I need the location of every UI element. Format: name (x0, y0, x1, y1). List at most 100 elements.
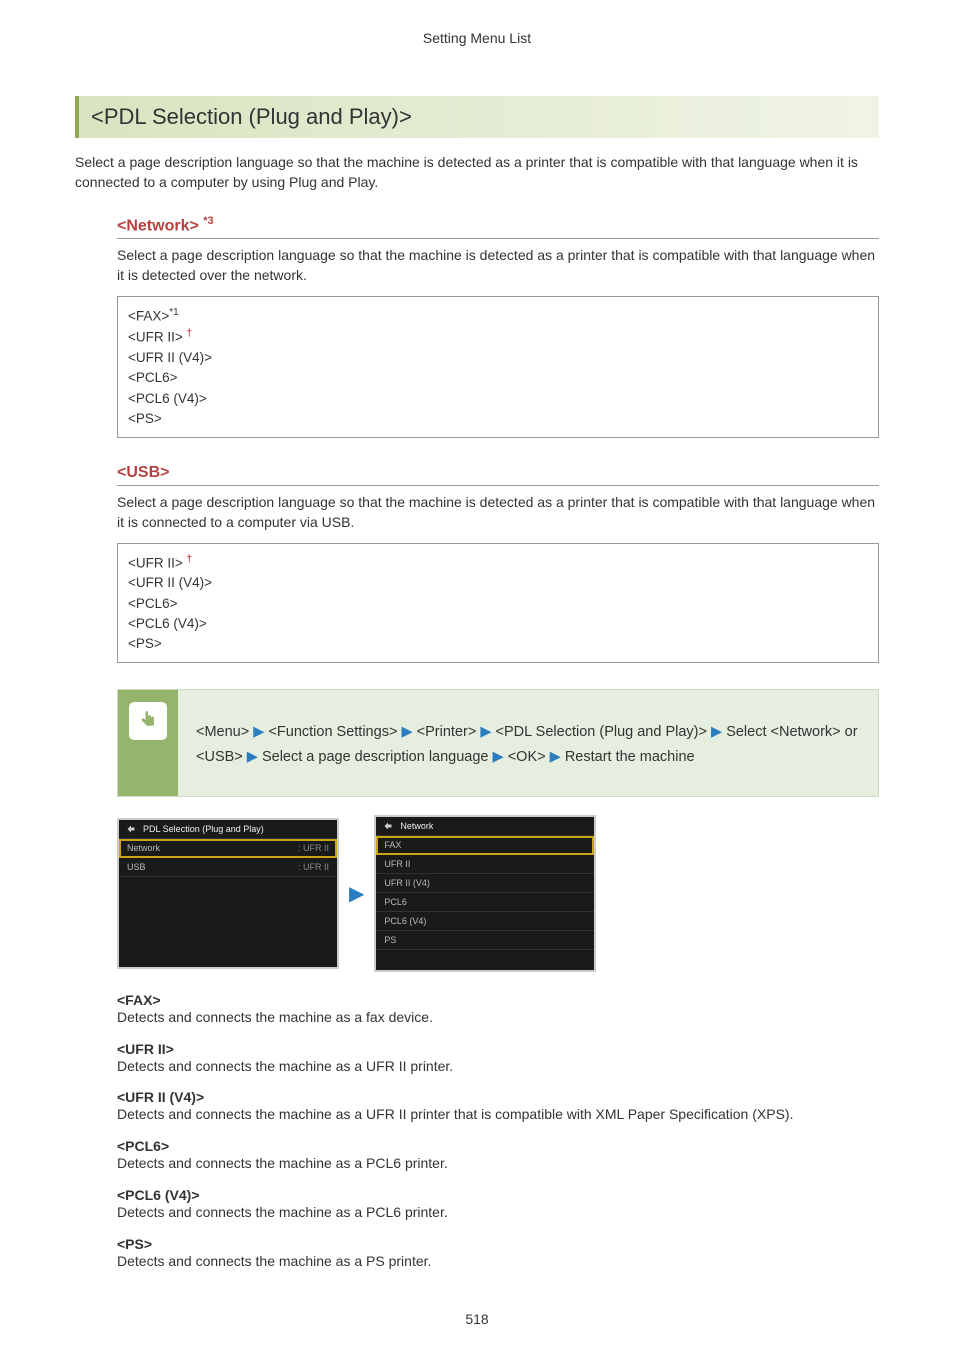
def-title: <PCL6 (V4)> (117, 1187, 879, 1203)
arrow-icon: ▶ (253, 724, 264, 740)
screen-right-title: Network (400, 821, 433, 831)
main-heading: <PDL Selection (Plug and Play)> (75, 96, 879, 138)
usb-options: <UFR II> † <UFR II (V4)> <PCL6> <PCL6 (V… (117, 543, 879, 664)
network-heading-label: <Network> (117, 217, 199, 234)
doc-header: Setting Menu List (75, 30, 879, 46)
nav-restart: Restart the machine (565, 749, 695, 765)
screen-row-label: PCL6 (384, 897, 407, 907)
network-heading: <Network> *3 (117, 215, 879, 239)
opt-u-ufr2-label: <UFR II> (128, 555, 183, 570)
def-body: Detects and connects the machine as a PC… (117, 1203, 879, 1222)
screen-row-value: : UFR II (298, 843, 329, 853)
screen-row-network[interactable]: Network : UFR II (119, 839, 337, 858)
network-section: <Network> *3 Select a page description l… (117, 215, 879, 438)
back-arrow-icon (382, 820, 394, 832)
main-intro: Select a page description language so th… (75, 152, 879, 193)
opt-u-ufr2: <UFR II> † (128, 552, 868, 574)
big-arrow-icon: ▶ (349, 881, 364, 906)
nav-select-lang: Select a page description language (262, 749, 489, 765)
nav-menu: <Menu> (196, 724, 249, 740)
screen-row-ps[interactable]: PS (376, 931, 594, 950)
opt-ufr2v4: <UFR II (V4)> (128, 348, 868, 368)
dagger-icon: † (187, 554, 193, 565)
opt-fax-label: <FAX> (128, 308, 169, 323)
nav-printer: <Printer> (417, 724, 477, 740)
screen-right-header: Network (376, 817, 594, 836)
screen-row-ufr2[interactable]: UFR II (376, 855, 594, 874)
screen-right-footer (376, 950, 594, 970)
screen-row-label: USB (127, 862, 146, 872)
screen-row-pcl6v4[interactable]: PCL6 (V4) (376, 912, 594, 931)
screen-row-value: : UFR II (298, 862, 329, 872)
def-title: <FAX> (117, 992, 879, 1008)
screen-right-body: FAX UFR II UFR II (V4) PCL6 PCL6 (V4) PS (376, 836, 594, 950)
network-desc: Select a page description language so th… (117, 245, 879, 286)
opt-ufr2: <UFR II> † (128, 326, 868, 348)
definitions: <FAX> Detects and connects the machine a… (117, 992, 879, 1271)
page-number: 518 (75, 1311, 879, 1327)
nav-icon-cell (118, 690, 178, 795)
def-title: <PCL6> (117, 1138, 879, 1154)
def-ufr2v4: <UFR II (V4)> Detects and connects the m… (117, 1089, 879, 1124)
opt-ufr2-label: <UFR II> (128, 330, 183, 345)
opt-pcl6: <PCL6> (128, 368, 868, 388)
opt-fax: <FAX>*1 (128, 305, 868, 327)
screen-row-ufr2v4[interactable]: UFR II (V4) (376, 874, 594, 893)
nav-fs: <Function Settings> (268, 724, 397, 740)
screen-row-label: UFR II (384, 859, 410, 869)
screen-row-label: PS (384, 935, 396, 945)
screen-row-pcl6[interactable]: PCL6 (376, 893, 594, 912)
arrow-icon: ▶ (401, 724, 412, 740)
screen-left-header: PDL Selection (Plug and Play) (119, 820, 337, 839)
opt-u-pcl6v4: <PCL6 (V4)> (128, 614, 868, 634)
opt-u-pcl6: <PCL6> (128, 594, 868, 614)
screen-row-label: PCL6 (V4) (384, 916, 426, 926)
hand-icon (129, 702, 167, 740)
opt-pcl6v4: <PCL6 (V4)> (128, 389, 868, 409)
def-fax: <FAX> Detects and connects the machine a… (117, 992, 879, 1027)
screen-left-footer (119, 947, 337, 967)
nav-path-text: <Menu> ▶ <Function Settings> ▶ <Printer>… (178, 690, 878, 795)
def-ufr2: <UFR II> Detects and connects the machin… (117, 1041, 879, 1076)
screen-row-label: Network (127, 843, 160, 853)
opt-fax-sup: *1 (169, 307, 178, 318)
opt-u-ufr2v4: <UFR II (V4)> (128, 573, 868, 593)
network-options: <FAX>*1 <UFR II> † <UFR II (V4)> <PCL6> … (117, 296, 879, 439)
def-pcl6v4: <PCL6 (V4)> Detects and connects the mac… (117, 1187, 879, 1222)
usb-desc: Select a page description language so th… (117, 492, 879, 533)
nav-path-box: <Menu> ▶ <Function Settings> ▶ <Printer>… (117, 689, 879, 796)
nav-ok: <OK> (508, 749, 546, 765)
screen-left: PDL Selection (Plug and Play) Network : … (117, 818, 339, 969)
back-arrow-icon (125, 823, 137, 835)
screen-row-usb[interactable]: USB : UFR II (119, 858, 337, 877)
opt-u-ps: <PS> (128, 634, 868, 654)
arrow-icon: ▶ (550, 749, 561, 765)
def-ps: <PS> Detects and connects the machine as… (117, 1236, 879, 1271)
network-heading-sup: *3 (203, 215, 213, 227)
screen-row-fax[interactable]: FAX (376, 836, 594, 855)
def-body: Detects and connects the machine as a UF… (117, 1105, 879, 1124)
def-title: <UFR II (V4)> (117, 1089, 879, 1105)
def-title: <PS> (117, 1236, 879, 1252)
usb-heading: <USB> (117, 464, 879, 486)
usb-section: <USB> Select a page description language… (117, 464, 879, 663)
nav-pdl: <PDL Selection (Plug and Play)> (496, 724, 707, 740)
opt-ps: <PS> (128, 409, 868, 429)
screen-row-label: FAX (384, 840, 401, 850)
screenshots-row: PDL Selection (Plug and Play) Network : … (117, 815, 879, 972)
screen-right: Network FAX UFR II UFR II (V4) PCL6 PCL6… (374, 815, 596, 972)
arrow-icon: ▶ (480, 724, 491, 740)
screen-row-label: UFR II (V4) (384, 878, 430, 888)
arrow-icon: ▶ (711, 724, 722, 740)
def-body: Detects and connects the machine as a UF… (117, 1057, 879, 1076)
arrow-icon: ▶ (493, 749, 504, 765)
def-body: Detects and connects the machine as a PC… (117, 1154, 879, 1173)
def-body: Detects and connects the machine as a fa… (117, 1008, 879, 1027)
dagger-icon: † (187, 328, 193, 339)
screen-left-body: Network : UFR II USB : UFR II (119, 839, 337, 947)
screen-left-title: PDL Selection (Plug and Play) (143, 824, 264, 834)
def-body: Detects and connects the machine as a PS… (117, 1252, 879, 1271)
def-pcl6: <PCL6> Detects and connects the machine … (117, 1138, 879, 1173)
arrow-icon: ▶ (247, 749, 258, 765)
def-title: <UFR II> (117, 1041, 879, 1057)
